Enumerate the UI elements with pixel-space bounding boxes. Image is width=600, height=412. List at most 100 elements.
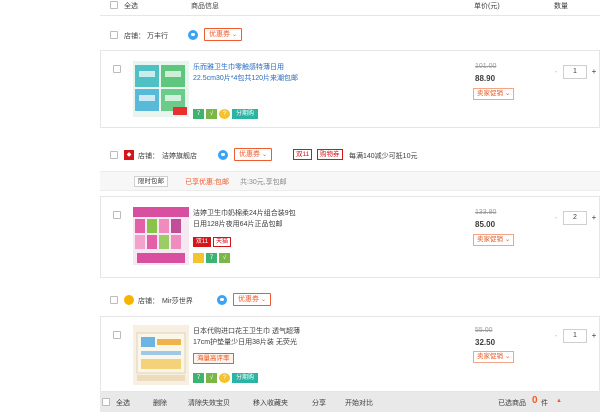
- promo-tag-coupon: 购物券: [317, 149, 343, 160]
- info-icon: ?: [219, 109, 230, 119]
- product-title-line1: 洁婷卫生巾奶棉柔24片组合装9包: [193, 210, 296, 217]
- decrease-button[interactable]: -: [551, 65, 561, 79]
- chevron-down-icon: ⌄: [504, 236, 511, 243]
- guarantee-icon: √: [219, 253, 230, 263]
- footer-select-all-checkbox[interactable]: [102, 398, 110, 406]
- item-checkbox[interactable]: [113, 211, 121, 219]
- compare-button[interactable]: 开始对比: [345, 398, 373, 408]
- service-tags: 7 √ ? 分期购: [193, 373, 273, 383]
- increase-button[interactable]: +: [589, 329, 599, 343]
- seller-promo-label: 卖家促销: [477, 90, 503, 97]
- service-tags: 7 √ ? 分期购: [193, 109, 273, 119]
- promo-tag-double11: 双11: [293, 149, 313, 160]
- expand-arrow-icon[interactable]: ▲: [556, 398, 562, 404]
- footer-select-all-label[interactable]: 全选: [116, 398, 130, 408]
- shop-name[interactable]: 洁婷旗舰店: [162, 151, 197, 161]
- guarantee-icon: √: [206, 373, 217, 383]
- discount-total-text: 共:30元,享包邮: [240, 179, 287, 186]
- product-thumbnail[interactable]: [133, 207, 189, 265]
- quantity-header: 数量: [554, 3, 568, 10]
- cart-item: 洁婷卫生巾奶棉柔24片组合装9包 日用128片夜用64片正品包邮 双11 天猫 …: [100, 196, 600, 278]
- shop-checkbox[interactable]: [110, 151, 118, 159]
- chat-icon[interactable]: [188, 30, 198, 40]
- installment-badge[interactable]: 分期购: [232, 373, 258, 383]
- seller-promo-label: 卖家促销: [477, 353, 503, 360]
- product-image: [135, 65, 187, 115]
- installment-badge[interactable]: 分期购: [232, 109, 258, 119]
- seven-day-return-icon: 7: [193, 373, 204, 383]
- delete-button[interactable]: 删除: [153, 398, 167, 408]
- service-tags: 双11 天猫 7 √: [193, 237, 273, 263]
- chat-icon[interactable]: [217, 295, 227, 305]
- product-title-line2: 17cm护垫量少日用38片装 无荧光: [193, 339, 297, 346]
- chevron-down-icon: ⌄: [261, 297, 267, 303]
- shop-checkbox[interactable]: [110, 31, 118, 39]
- quantity-stepper[interactable]: - 1 +: [551, 65, 599, 79]
- decrease-button[interactable]: -: [551, 329, 561, 343]
- high-rating-badge: 海量高评率: [193, 353, 234, 364]
- shop-label: 店铺：: [138, 153, 159, 160]
- coupon-button[interactable]: 优惠券 ⌄: [233, 293, 272, 306]
- item-checkbox[interactable]: [113, 65, 121, 73]
- increase-button[interactable]: +: [589, 65, 599, 79]
- move-to-favorites-button[interactable]: 移入收藏夹: [253, 398, 288, 408]
- chevron-down-icon: ⌄: [262, 152, 268, 158]
- chevron-down-icon: ⌄: [232, 32, 238, 38]
- tmall-icon: ◆: [124, 150, 134, 160]
- quantity-input[interactable]: 1: [563, 65, 587, 79]
- coupon-button[interactable]: 优惠券 ⌄: [234, 148, 273, 161]
- product-title-line1: 乐而雅卫生巾零触感特薄日用: [193, 64, 284, 71]
- unit-price-header: 单价(元): [474, 3, 500, 10]
- chat-icon[interactable]: [218, 150, 228, 160]
- shop-checkbox[interactable]: [110, 296, 118, 304]
- cart-item: 乐而雅卫生巾零触感特薄日用 22.5cm30片*4包共120片来潮包邮 7 √ …: [100, 50, 600, 128]
- coupon-label: 优惠券: [239, 151, 260, 158]
- quantity-stepper[interactable]: - 2 +: [551, 211, 599, 225]
- seller-promo-dropdown[interactable]: 卖家促销 ⌄: [473, 234, 515, 246]
- shop-name[interactable]: Mir莎世界: [162, 296, 193, 306]
- original-price: 101.00: [475, 63, 497, 70]
- info-icon: ?: [219, 373, 230, 383]
- product-title[interactable]: 洁婷卫生巾奶棉柔24片组合装9包 日用128片夜用64片正品包邮: [193, 208, 353, 230]
- decrease-button[interactable]: -: [551, 211, 561, 225]
- select-all-checkbox[interactable]: [110, 1, 118, 9]
- selected-count: 0: [532, 395, 538, 406]
- share-button[interactable]: 分享: [312, 398, 326, 408]
- current-price: 32.50: [475, 338, 496, 347]
- double11-badge: 双11: [193, 237, 211, 247]
- coupon-button[interactable]: 优惠券 ⌄: [204, 28, 243, 41]
- product-thumbnail[interactable]: [133, 325, 189, 385]
- left-gutter: [0, 0, 100, 412]
- product-title[interactable]: 日本代购进口花王卫生巾 透气超薄 17cm护垫量少日用38片装 无荧光: [193, 326, 363, 348]
- product-info-header: 商品信息: [191, 3, 219, 10]
- coupon-label: 优惠券: [209, 31, 230, 38]
- product-title-line1: 日本代购进口花王卫生巾 透气超薄: [193, 328, 300, 335]
- product-image: [133, 207, 189, 263]
- quantity-input[interactable]: 2: [563, 211, 587, 225]
- limited-free-shipping-tag: 限时包邮: [134, 176, 168, 187]
- shop-name[interactable]: 万丰行: [147, 31, 168, 41]
- clear-invalid-button[interactable]: 清除失效宝贝: [188, 398, 230, 408]
- header-divider: [100, 15, 600, 16]
- shop-promo-bar: 限时包邮 已享优惠:包邮 共:30元,享包邮: [100, 171, 600, 191]
- chevron-down-icon: ⌄: [504, 90, 511, 97]
- selected-unit: 件: [541, 400, 548, 407]
- promo-description: 每满140减少可抵10元: [349, 153, 418, 160]
- quantity-stepper[interactable]: - 1 +: [551, 329, 599, 343]
- product-title-line2: 日用128片夜用64片正品包邮: [193, 221, 283, 228]
- product-title[interactable]: 乐而雅卫生巾零触感特薄日用 22.5cm30片*4包共120片来潮包邮: [193, 62, 353, 84]
- seller-promo-dropdown[interactable]: 卖家促销 ⌄: [473, 351, 515, 363]
- seven-day-return-icon: 7: [206, 253, 217, 263]
- tmall-badge: 天猫: [213, 237, 231, 247]
- seller-promo-label: 卖家促销: [477, 236, 503, 243]
- quantity-input[interactable]: 1: [563, 329, 587, 343]
- product-thumbnail[interactable]: [133, 61, 189, 117]
- seller-promo-dropdown[interactable]: 卖家促销 ⌄: [473, 88, 515, 100]
- shop-label: 店铺：: [124, 33, 145, 40]
- increase-button[interactable]: +: [589, 211, 599, 225]
- item-checkbox[interactable]: [113, 331, 121, 339]
- cart-item: 日本代购进口花王卫生巾 透气超薄 17cm护垫量少日用38片装 无荧光 海量高评…: [100, 316, 600, 392]
- shop-label: 店铺：: [138, 298, 159, 305]
- current-price: 88.90: [475, 74, 496, 83]
- discount-applied-text: 已享优惠:包邮: [185, 179, 229, 186]
